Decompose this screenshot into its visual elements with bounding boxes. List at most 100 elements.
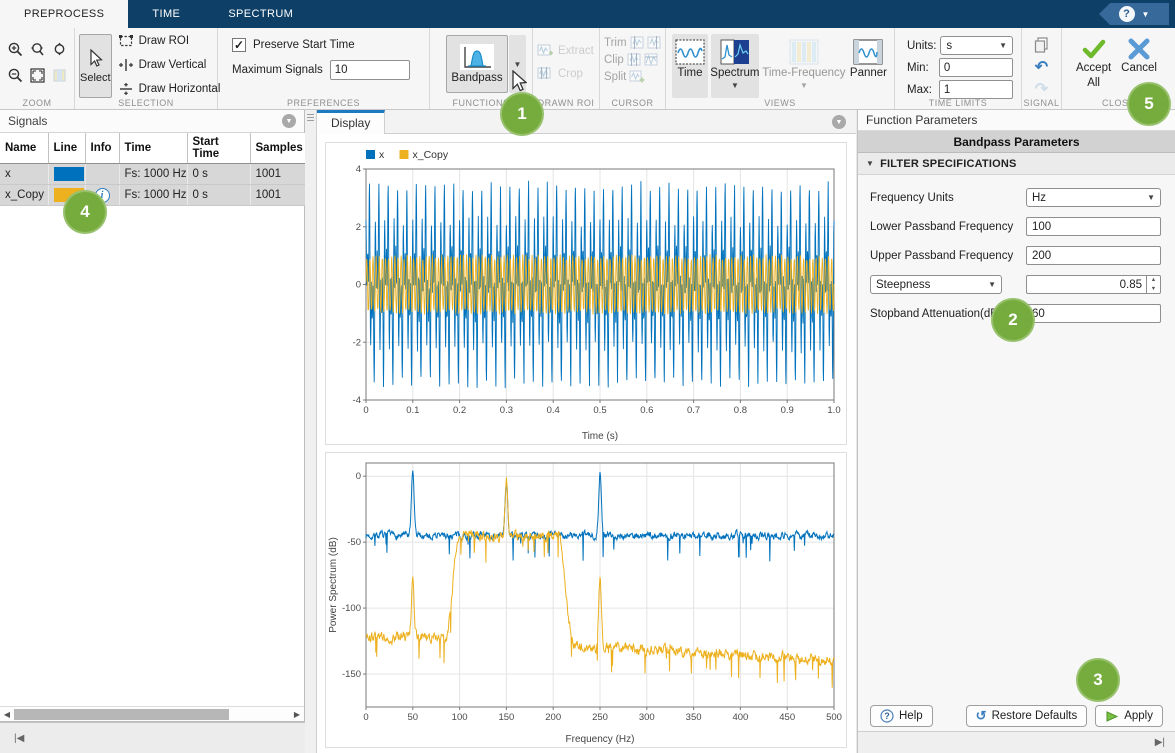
tab-display[interactable]: Display [317, 110, 385, 134]
tab-time[interactable]: TIME [128, 0, 204, 28]
stopband-attenuation-input[interactable]: 60 [1026, 304, 1161, 323]
tab-preprocess[interactable]: PREPROCESS [0, 0, 128, 28]
filter-specifications-section[interactable]: ▼ FILTER SPECIFICATIONS [858, 153, 1175, 175]
draw-horizontal-button[interactable]: Draw Horizontal [118, 82, 221, 96]
apply-button[interactable]: Apply [1095, 705, 1163, 727]
svg-text:-4: -4 [353, 395, 361, 406]
spectrum-dropdown-caret[interactable]: ▼ [731, 81, 739, 90]
zoom-out-icon[interactable] [5, 65, 25, 85]
upper-passband-input[interactable]: 200 [1026, 246, 1161, 265]
lower-passband-input[interactable]: 100 [1026, 217, 1161, 236]
scroll-right-icon[interactable]: ▶ [290, 710, 304, 719]
svg-text:Time (s): Time (s) [582, 431, 618, 442]
time-plot[interactable]: 00.10.20.30.40.50.60.70.80.91.0-4-2024Ti… [326, 143, 846, 444]
col-start-time[interactable]: Start Time [187, 133, 250, 164]
svg-text:0.4: 0.4 [547, 405, 560, 416]
draw-vertical-icon [118, 58, 134, 72]
accept-all-button[interactable]: Accept All [1076, 38, 1111, 91]
min-label: Min: [907, 62, 935, 74]
table-row[interactable]: x_Copy i Fs: 1000 Hz 0 s 1001 [0, 185, 305, 206]
collapse-left-icon[interactable]: |◀ [14, 733, 24, 744]
help-menu-button[interactable]: ? ▼ [1099, 3, 1169, 25]
bandpass-button[interactable]: Bandpass [446, 35, 508, 93]
section-cursor: Trim Clip Split CURSOR [600, 28, 666, 109]
svg-text:0.2: 0.2 [453, 405, 466, 416]
min-input[interactable]: 0 [939, 58, 1013, 77]
svg-text:0: 0 [356, 280, 361, 291]
col-time[interactable]: Time [119, 133, 187, 164]
section-label-selection: SELECTION [75, 98, 217, 108]
col-line[interactable]: Line [48, 133, 85, 164]
table-row[interactable]: x i Fs: 1000 Hz 0 s 1001 [0, 164, 305, 185]
svg-text:0.7: 0.7 [687, 405, 700, 416]
function-parameters-panel: Function Parameters Bandpass Parameters … [857, 110, 1175, 753]
tab-spectrum[interactable]: SPECTRUM [204, 0, 317, 28]
time-view-button[interactable]: Time [672, 34, 708, 98]
duplicate-signal-icon[interactable] [1032, 35, 1052, 55]
fit-to-view-icon[interactable] [27, 65, 47, 85]
clip-icon-1 [627, 53, 641, 66]
spinner-down-icon[interactable]: ▼ [1147, 285, 1160, 294]
zoom-y-icon[interactable] [49, 39, 69, 59]
zoom-x-icon[interactable] [27, 39, 47, 59]
panner-view-button[interactable]: Panner [849, 34, 888, 98]
signals-horizontal-scrollbar[interactable]: ◀ ▶ [0, 706, 304, 721]
svg-text:250: 250 [592, 712, 608, 723]
draw-roi-button[interactable]: Draw ROI [118, 34, 221, 48]
maximum-signals-input[interactable]: 10 [330, 60, 410, 80]
section-drawn-roi: Extract Crop DRAWN ROI [533, 28, 600, 109]
split-button[interactable]: Split [604, 70, 661, 84]
pan-icon[interactable] [49, 65, 69, 85]
scroll-left-icon[interactable]: ◀ [0, 710, 14, 719]
redo-icon[interactable]: ↷ [1032, 79, 1052, 99]
spinner-up-icon[interactable]: ▲ [1147, 276, 1160, 285]
svg-text:2: 2 [356, 222, 361, 233]
col-samples[interactable]: Samples [250, 133, 305, 164]
steepness-spinner[interactable]: 0.85 ▲▼ [1026, 275, 1161, 294]
maximum-signals-label: Maximum Signals [232, 64, 323, 76]
steepness-dropdown[interactable]: Steepness▼ [870, 275, 1002, 294]
panner-icon [853, 39, 883, 65]
help-button[interactable]: ? Help [870, 705, 933, 727]
section-label-time-limits: TIME LIMITS [895, 98, 1021, 108]
clip-button[interactable]: Clip [604, 53, 661, 66]
zoom-in-icon[interactable] [5, 39, 25, 59]
trim-button[interactable]: Trim [604, 36, 661, 49]
svg-text:50: 50 [408, 712, 419, 723]
section-signal: ↶ ↷ SIGNAL [1022, 28, 1062, 109]
frequency-units-label: Frequency Units [870, 192, 954, 204]
preserve-start-time-checkbox[interactable]: ✓ [232, 38, 246, 52]
svg-text:450: 450 [779, 712, 795, 723]
section-label-zoom: ZOOM [0, 98, 74, 108]
undo-icon[interactable]: ↶ [1032, 57, 1052, 77]
upper-passband-label: Upper Passband Frequency [870, 250, 1013, 262]
frequency-units-dropdown[interactable]: Hz▼ [1026, 188, 1161, 207]
spectrum-plot[interactable]: 0501001502002503003504004505000-50-100-1… [326, 453, 846, 747]
restore-icon: ↺ [976, 708, 987, 724]
draw-horizontal-icon [118, 82, 134, 96]
signals-collapse-icon[interactable]: ▼ [282, 114, 296, 128]
extract-button[interactable]: Extract [537, 44, 595, 58]
select-button[interactable]: Select [79, 34, 112, 98]
spectrum-view-button[interactable]: Spectrum ▼ [711, 34, 759, 98]
line-color-swatch[interactable] [54, 167, 84, 181]
svg-text:-150: -150 [342, 669, 361, 680]
units-dropdown[interactable]: s▼ [940, 36, 1013, 55]
col-name[interactable]: Name [0, 133, 48, 164]
svg-text:300: 300 [639, 712, 655, 723]
crop-button[interactable]: Crop [537, 67, 595, 81]
draw-vertical-button[interactable]: Draw Vertical [118, 58, 221, 72]
scrollbar-thumb[interactable] [14, 709, 229, 720]
time-frequency-view-button[interactable]: Time-Frequency ▼ [762, 34, 846, 98]
time-frequency-icon [789, 39, 819, 65]
svg-text:200: 200 [545, 712, 561, 723]
panel-splitter[interactable] [305, 110, 317, 753]
preserve-start-time-label: Preserve Start Time [253, 39, 355, 51]
col-info[interactable]: Info [85, 133, 119, 164]
section-label-signal: SIGNAL [1022, 98, 1061, 108]
display-collapse-icon[interactable]: ▼ [832, 115, 846, 129]
collapse-right-icon[interactable]: ▶| [1155, 737, 1165, 748]
max-input[interactable]: 1 [939, 80, 1013, 99]
restore-defaults-button[interactable]: ↺ Restore Defaults [966, 705, 1088, 727]
lower-passband-label: Lower Passband Frequency [870, 221, 1013, 233]
